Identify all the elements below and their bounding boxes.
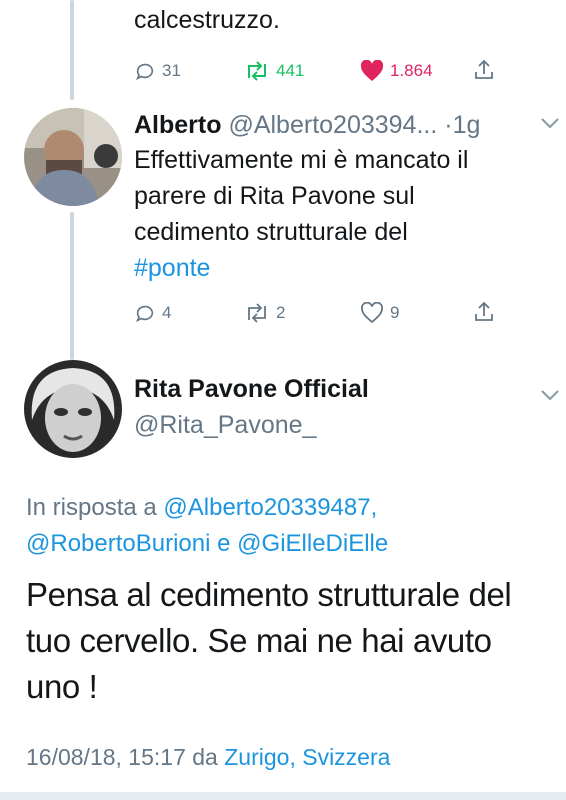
alberto-avatar[interactable] (24, 108, 122, 206)
share-icon (475, 301, 493, 321)
reply-time: 1g (452, 111, 481, 139)
share-icon (475, 59, 493, 79)
prev-reply-count: 31 (162, 61, 181, 80)
reply-text-line2: parere di Rita Pavone sul (134, 182, 415, 210)
reply-icon (136, 63, 154, 81)
in-reply-label: In risposta a (26, 494, 157, 521)
mention-alberto[interactable]: @Alberto20339487, (163, 494, 377, 521)
thread-line-top (70, 0, 74, 100)
reply-text: Effettivamente mi è mancato il parere di… (134, 142, 554, 286)
prev-retweet-count: 441 (276, 61, 305, 80)
bottom-divider (0, 792, 566, 800)
retweet-icon (248, 303, 266, 323)
mention-conjunction: e (217, 530, 231, 557)
prev-like-count: 1.864 (390, 61, 433, 80)
reply-like-count: 9 (390, 303, 400, 322)
reply-share-button[interactable] (472, 300, 496, 324)
reply-like-button[interactable]: 9 (360, 302, 399, 324)
reply-chevron-down-icon[interactable] (540, 116, 560, 130)
prev-tweet-text: calcestruzzo. (134, 6, 280, 34)
heart-filled-icon (360, 60, 384, 81)
main-author-name[interactable]: Rita Pavone Official (134, 374, 369, 404)
reply-separator: · (444, 111, 453, 139)
reply-header: Alberto @Alberto203394... ·1g (134, 110, 480, 140)
reply-author-handle[interactable]: @Alberto203394... (228, 111, 437, 139)
reply-author-name[interactable]: Alberto (134, 111, 222, 139)
main-chevron-down-icon[interactable] (540, 388, 560, 402)
in-reply-to: In risposta a @Alberto20339487, @Roberto… (26, 490, 556, 562)
prev-like-button[interactable]: 1.864 (360, 60, 433, 82)
reply-icon (136, 305, 154, 323)
mention-gielledielle[interactable]: @GiElleDiElle (237, 530, 388, 557)
prev-share-button[interactable] (472, 58, 496, 82)
main-text-line2: tuo cervello. Se mai ne hai avuto (26, 622, 492, 659)
reply-retweet-button[interactable]: 2 (244, 302, 285, 324)
rita-avatar-image (24, 360, 122, 458)
prev-retweet-button[interactable]: 441 (244, 60, 304, 82)
tweet-location[interactable]: Zurigo, Svizzera (224, 744, 390, 770)
main-tweet-text: Pensa al cedimento strutturale del tuo c… (26, 572, 561, 710)
mention-roberto-burioni[interactable]: @RobertoBurioni (26, 530, 210, 557)
tweet-timestamp: 16/08/18, 15:17 (26, 744, 186, 770)
tweet-metadata: 16/08/18, 15:17 da Zurigo, Svizzera (26, 742, 390, 772)
rita-avatar[interactable] (24, 360, 122, 458)
reply-hashtag[interactable]: #ponte (134, 250, 554, 286)
alberto-avatar-image (24, 108, 122, 206)
reply-text-line1: Effettivamente mi è mancato il (134, 146, 469, 174)
tweet-via: da (192, 744, 218, 770)
retweet-icon (248, 61, 266, 81)
reply-text-line3: cedimento strutturale del (134, 218, 408, 246)
main-text-line3: uno ! (26, 668, 98, 705)
prev-reply-button[interactable]: 31 (134, 60, 181, 82)
main-text-line1: Pensa al cedimento strutturale del (26, 576, 512, 613)
reply-reply-count: 4 (162, 303, 172, 322)
thread-line-middle (70, 212, 74, 360)
reply-reply-button[interactable]: 4 (134, 302, 171, 324)
main-author-handle[interactable]: @Rita_Pavone_ (134, 410, 316, 440)
heart-outline-icon (361, 302, 383, 324)
reply-retweet-count: 2 (276, 303, 286, 322)
